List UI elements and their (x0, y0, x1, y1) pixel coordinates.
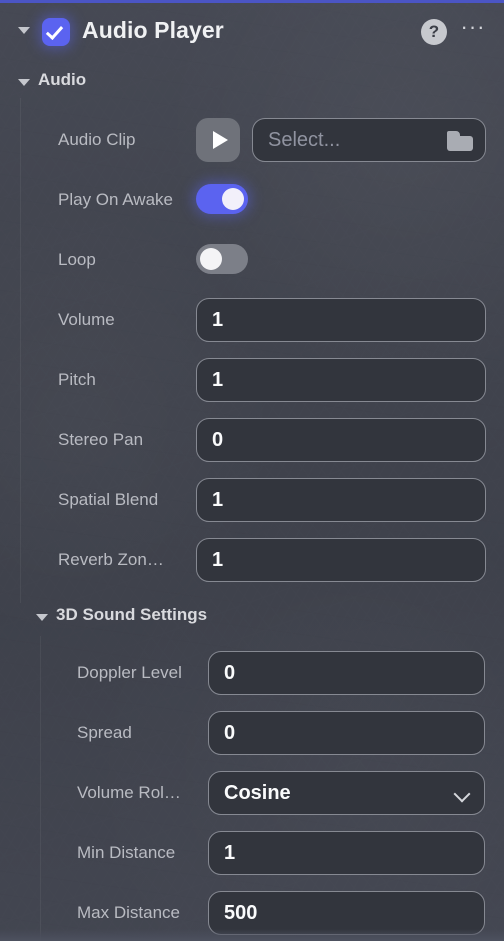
folder-icon[interactable] (447, 131, 473, 151)
label-max-distance: Max Distance (77, 903, 180, 922)
row-pitch: Pitch 1 (58, 358, 504, 402)
label-stereo-pan: Stereo Pan (58, 430, 144, 449)
row-stereo-pan: Stereo Pan 0 (58, 418, 504, 462)
more-options-icon[interactable]: ··· (460, 16, 486, 44)
section-collapse-arrow-icon-audio[interactable] (18, 79, 30, 86)
label-spread: Spread (77, 723, 132, 742)
help-icon[interactable]: ? (421, 19, 447, 45)
spatial-blend-value: 1 (212, 488, 224, 511)
reverb-zone-mix-input[interactable]: 1 (196, 538, 486, 582)
doppler-level-input[interactable]: 0 (208, 651, 485, 695)
label-loop: Loop (58, 250, 96, 269)
label-pitch: Pitch (58, 370, 96, 389)
label-doppler-level: Doppler Level (77, 663, 182, 682)
checkmark-icon (45, 22, 64, 40)
stereo-pan-value: 0 (212, 428, 224, 451)
row-spatial-blend: Spatial Blend 1 (58, 478, 504, 522)
reverb-zone-mix-value: 1 (212, 548, 224, 571)
folder-body-shape (447, 136, 473, 151)
label-volume: Volume (58, 310, 115, 329)
max-distance-value: 500 (224, 901, 258, 924)
row-max-distance: Max Distance 500 (77, 891, 504, 935)
spatial-blend-input[interactable]: 1 (196, 478, 486, 522)
label-play-on-awake: Play On Awake (58, 190, 173, 209)
component-enabled-checkbox[interactable] (42, 18, 70, 46)
component-header: Audio Player ? ··· (0, 3, 504, 60)
label-min-distance: Min Distance (77, 843, 176, 862)
label-audio-clip: Audio Clip (58, 130, 136, 149)
chevron-down-icon (453, 785, 471, 803)
toggle-knob (200, 248, 222, 270)
stereo-pan-input[interactable]: 0 (196, 418, 486, 462)
volume-value: 1 (212, 308, 224, 331)
min-distance-input[interactable]: 1 (208, 831, 485, 875)
volume-rolloff-dropdown[interactable]: Cosine (208, 771, 485, 815)
row-volume: Volume 1 (58, 298, 504, 342)
section-collapse-arrow-icon-3d-sound[interactable] (36, 614, 48, 621)
toggle-knob (222, 188, 244, 210)
component-title: Audio Player (82, 17, 224, 43)
section-label-audio: Audio (38, 70, 87, 89)
row-play-on-awake: Play On Awake (58, 178, 504, 222)
max-distance-input[interactable]: 500 (208, 891, 485, 935)
toggle-play-on-awake[interactable] (196, 184, 248, 214)
toggle-loop[interactable] (196, 244, 248, 274)
row-min-distance: Min Distance 1 (77, 831, 504, 875)
volume-rolloff-value: Cosine (224, 781, 291, 804)
pitch-input[interactable]: 1 (196, 358, 486, 402)
row-audio-clip: Audio Clip Select... (58, 118, 504, 162)
spread-input[interactable]: 0 (208, 711, 485, 755)
row-volume-rolloff: Volume Rol… Cosine (77, 771, 504, 815)
play-icon (213, 131, 228, 149)
min-distance-value: 1 (224, 841, 236, 864)
label-reverb-zone-mix: Reverb Zon… (58, 550, 164, 569)
audio-clip-input[interactable]: Select... (252, 118, 486, 162)
row-reverb-zone-mix: Reverb Zon… 1 (58, 538, 504, 582)
row-loop: Loop (58, 238, 504, 282)
section-label-3d-sound: 3D Sound Settings (56, 605, 208, 624)
play-preview-button[interactable] (196, 118, 240, 162)
inspector-panel: Audio Player ? ··· Audio Audio Clip Sele… (0, 0, 504, 941)
spread-value: 0 (224, 721, 236, 744)
row-doppler-level: Doppler Level 0 (77, 651, 504, 695)
pitch-value: 1 (212, 368, 224, 391)
label-volume-rolloff: Volume Rol… (77, 783, 181, 802)
label-spatial-blend: Spatial Blend (58, 490, 159, 509)
panel-top-accent-bar (0, 0, 504, 3)
audio-clip-value: Select... (268, 128, 341, 151)
row-spread: Spread 0 (77, 711, 504, 755)
component-collapse-arrow-icon[interactable] (18, 27, 30, 34)
doppler-level-value: 0 (224, 661, 236, 684)
volume-input[interactable]: 1 (196, 298, 486, 342)
